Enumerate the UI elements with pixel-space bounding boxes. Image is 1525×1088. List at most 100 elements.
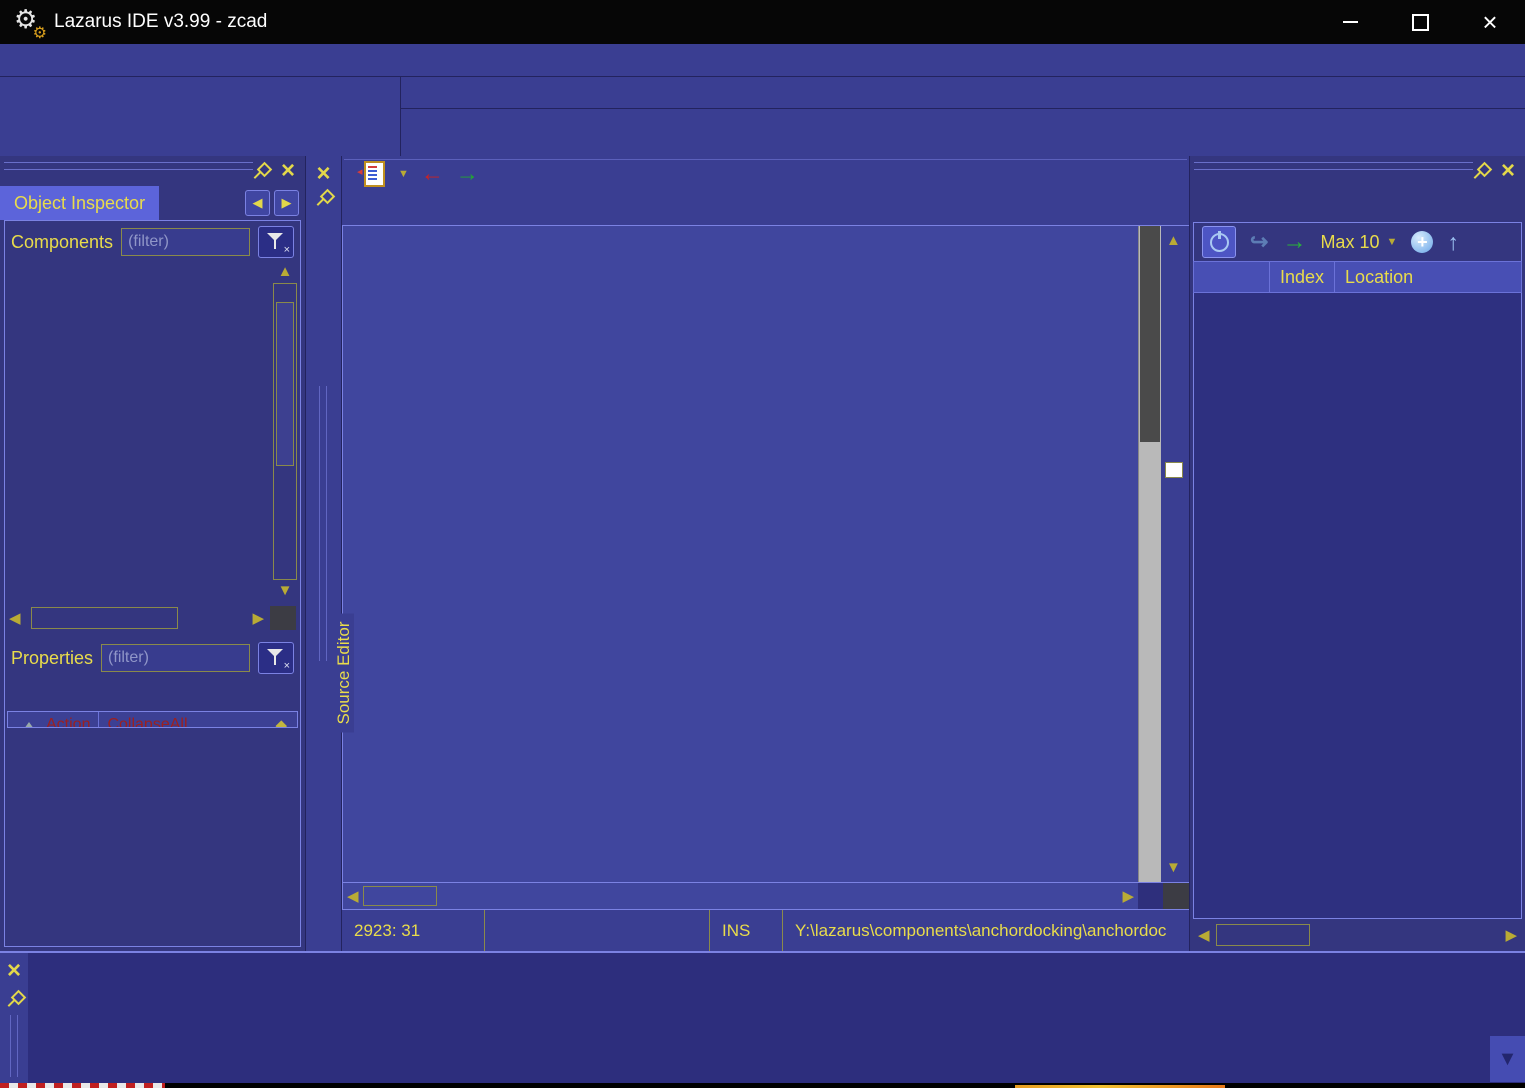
close-icon[interactable]: × (1501, 161, 1515, 181)
jump-back-icon[interactable]: ← (421, 162, 444, 185)
insert-mode: INS (710, 910, 783, 951)
components-label: Components (11, 232, 113, 253)
clear-filter-icon: × (284, 244, 290, 256)
scroll-down-icon[interactable]: ▼ (278, 582, 293, 600)
title-bar: ⚙⚙ Lazarus IDE v3.99 - zcad × (0, 0, 1525, 44)
minimize-button[interactable] (1315, 0, 1385, 44)
close-icon[interactable]: × (7, 961, 21, 981)
scroll-left-button[interactable]: ◀ (245, 190, 270, 216)
main-toolbar (0, 77, 401, 156)
unit-selector-icon[interactable] (364, 161, 385, 187)
minimize-icon (1343, 21, 1358, 23)
filter-button[interactable]: × (258, 226, 294, 258)
editor-status-bar: 2923: 31 INS Y:\lazarus\components\ancho… (342, 909, 1189, 951)
scroll-right-icon[interactable]: ▶ (1505, 926, 1517, 944)
status-blank (485, 910, 710, 951)
scrollbar-thumb[interactable] (1140, 226, 1160, 442)
tree-horizontal-scrollbar[interactable]: ◀ ▶ (5, 602, 300, 634)
panel-scroll-down-button[interactable]: ▼ (1490, 1036, 1525, 1082)
pin-icon[interactable] (252, 163, 269, 180)
file-path: Y:\lazarus\components\anchordocking\anch… (783, 910, 1189, 951)
close-icon: × (1482, 9, 1497, 35)
window-title: Lazarus IDE v3.99 - zcad (54, 11, 267, 33)
properties-filter-input[interactable] (101, 644, 250, 672)
location-column-header[interactable]: Location (1335, 262, 1521, 292)
horizontal-scrollbar[interactable]: ◀ ▶ (343, 882, 1138, 909)
pin-icon[interactable] (6, 991, 23, 1008)
maximize-button[interactable] (1385, 0, 1455, 44)
scrollbar-thumb[interactable] (363, 886, 437, 906)
chevron-down-icon: ▼ (1386, 236, 1397, 248)
horizontal-scrollbar[interactable]: ◀ ▶ (1190, 919, 1525, 951)
lazarus-ide-window: ⚙⚙ Lazarus IDE v3.99 - zcad × × Ob (0, 0, 1525, 1088)
scrollbar-corner (1138, 882, 1189, 909)
dock-grab-handle[interactable] (319, 386, 327, 661)
dock-grab-handle[interactable] (4, 162, 253, 170)
messages-dock-header: × (0, 953, 28, 1083)
scroll-marks-column[interactable]: ▲ ▼ (1161, 226, 1189, 882)
source-editor: ▼ ← → ▲ ▼ ◀ ▶ (342, 156, 1189, 951)
dock-grab-handle[interactable] (10, 1015, 18, 1077)
funnel-icon (267, 233, 283, 241)
code-area[interactable] (343, 226, 1138, 882)
menu-bar (0, 44, 1525, 76)
index-column-header[interactable]: Index (1270, 262, 1335, 292)
scroll-left-icon[interactable]: ◀ (347, 887, 359, 905)
components-tree: ▲ ▼ (7, 263, 298, 602)
breakpoint-column (1194, 262, 1270, 292)
dock-grab-handle[interactable] (1194, 162, 1473, 170)
scroll-right-icon[interactable]: ▶ (252, 609, 264, 627)
property-name: Action (46, 716, 90, 728)
pin-icon[interactable] (315, 190, 332, 207)
toolbar-zone (0, 76, 1525, 156)
messages-dock: × (0, 951, 1525, 1083)
pin-icon[interactable] (1472, 163, 1489, 180)
max-depth-dropdown[interactable]: Max 10 ▼ (1320, 232, 1397, 253)
funnel-icon (267, 649, 283, 657)
scroll-left-icon[interactable]: ◀ (1198, 926, 1210, 944)
scroll-left-icon[interactable]: ◀ (9, 609, 21, 627)
scroll-right-icon[interactable]: ▶ (1122, 887, 1134, 905)
jump-forward-icon[interactable]: → (456, 162, 479, 185)
show-current-icon[interactable]: ↪ (1250, 229, 1268, 255)
scrollbar-thumb[interactable] (276, 302, 294, 466)
goto-frame-icon[interactable]: → (1282, 228, 1306, 256)
caret-position: 2923: 31 (342, 910, 485, 951)
call-stack-header: Index Location (1193, 261, 1522, 293)
close-button[interactable]: × (1455, 0, 1525, 44)
power-button[interactable] (1202, 226, 1236, 258)
component-palette (401, 77, 1525, 156)
close-icon[interactable]: × (281, 161, 295, 181)
scrollbar-thumb[interactable] (1216, 924, 1310, 946)
object-inspector-dock: × Object Inspector ◀ ▶ Components × (0, 156, 306, 951)
more-frames-icon[interactable]: + (1411, 231, 1433, 253)
property-row[interactable]: Action CollapseAll ◆ (8, 712, 297, 728)
call-stack-list[interactable] (1193, 293, 1522, 919)
source-editor-dock-header: × Source Editor (306, 156, 342, 951)
scroll-up-icon[interactable]: ▲ (1166, 232, 1181, 249)
sort-diamond-icon: ◆ (275, 716, 287, 728)
dock-grab-handle[interactable] (344, 159, 1187, 165)
messages-content[interactable] (28, 953, 1525, 1083)
scrollbar-corner (270, 606, 296, 630)
filter-button[interactable]: × (258, 642, 294, 674)
scrollbar-thumb[interactable] (31, 607, 178, 629)
scroll-up-icon[interactable]: ▲ (278, 263, 293, 281)
chevron-down-icon[interactable]: ▼ (398, 168, 409, 180)
max-depth-label: Max 10 (1320, 232, 1379, 253)
properties-label: Properties (11, 648, 93, 669)
property-grid: Action CollapseAll ◆ (7, 711, 298, 728)
call-stack-toolbar: ↪ → Max 10 ▼ + ↑ (1193, 222, 1522, 261)
property-grid-empty-area (5, 728, 300, 946)
up-arrow-icon[interactable]: ↑ (1447, 229, 1459, 256)
app-icon: ⚙⚙ (14, 7, 44, 37)
property-value: CollapseAll (107, 716, 187, 728)
vertical-scrollbar[interactable] (1138, 226, 1161, 882)
scroll-down-icon[interactable]: ▼ (1166, 859, 1181, 876)
tree-scrollbar[interactable]: ▲ ▼ (272, 263, 298, 600)
object-inspector-tab[interactable]: Object Inspector (0, 186, 159, 220)
components-filter-input[interactable] (121, 228, 250, 256)
scroll-right-button[interactable]: ▶ (274, 190, 299, 216)
debug-dock: × ↪ → Max 10 ▼ + ↑ Index Location (1189, 156, 1525, 951)
close-icon[interactable]: × (316, 164, 330, 184)
